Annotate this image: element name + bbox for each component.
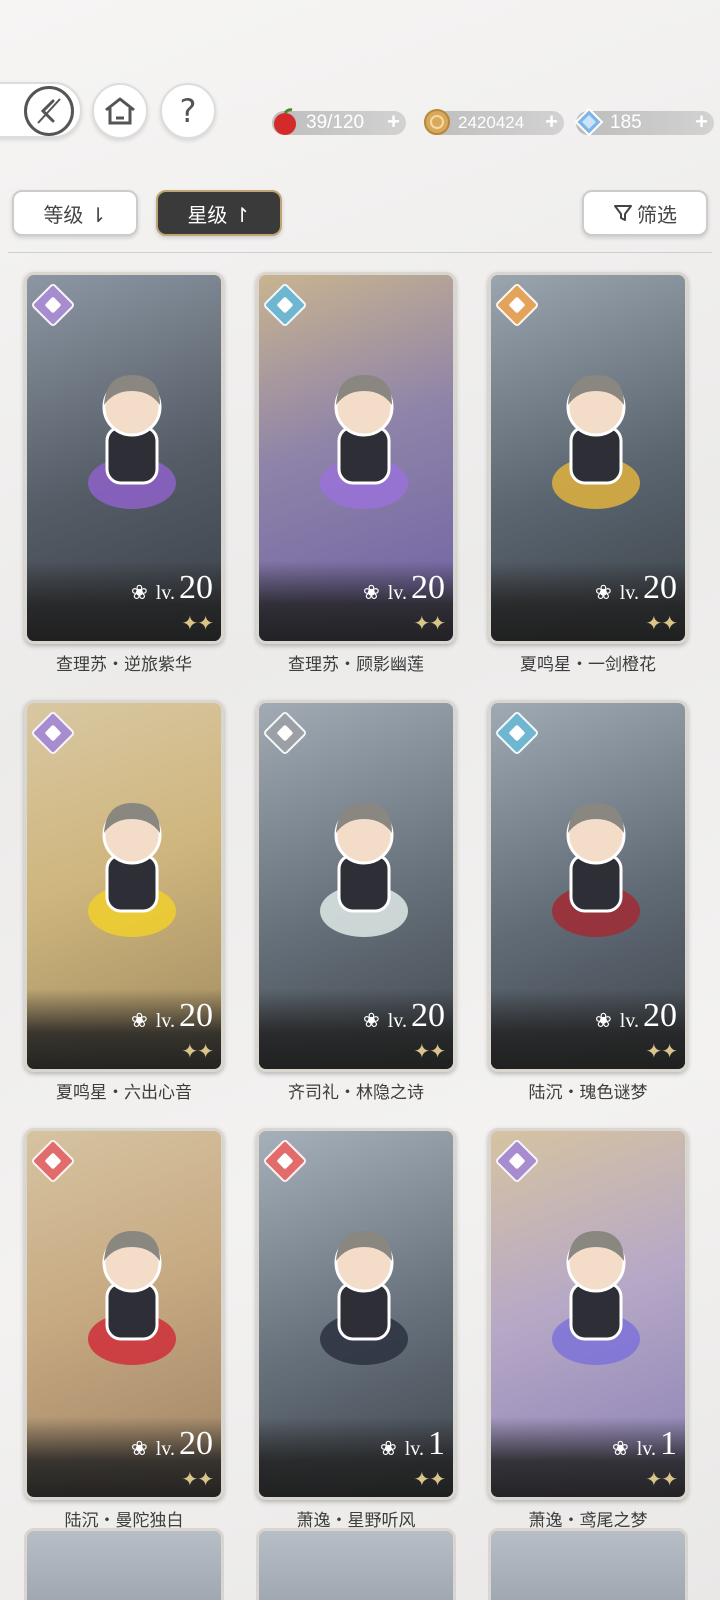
gem-counter[interactable]: 185 +: [574, 107, 714, 137]
character-chibi-illustration: [552, 803, 640, 937]
fleur-icon: ❀: [130, 1010, 148, 1032]
star-rating: ✦✦: [413, 1467, 446, 1491]
memory-card[interactable]: ❀ lv. 1 ✦✦: [256, 1128, 456, 1500]
level-prefix: lv.: [404, 1438, 424, 1460]
memory-card[interactable]: ❀ lv. 20 ✦✦: [24, 1128, 224, 1500]
fleur-icon: ❀: [130, 1438, 148, 1460]
sort-level-label: 等级 ⇂: [43, 202, 107, 227]
memory-card[interactable]: ❀ lv. 20 ✦✦: [488, 700, 688, 1072]
level-prefix: lv.: [387, 1010, 407, 1032]
fleur-icon: ❀: [594, 582, 612, 604]
card-level: ❀ lv. 20: [363, 999, 445, 1033]
level-value: 1: [660, 1425, 677, 1462]
home-button[interactable]: [92, 83, 148, 139]
star-rating: ✦✦: [645, 1039, 678, 1063]
card-name: 查理苏・逆旅紫华: [56, 655, 192, 675]
add-coin-button[interactable]: +: [545, 110, 558, 134]
add-stamina-button[interactable]: +: [387, 110, 400, 134]
sort-by-star-button[interactable]: 星级 ↾: [156, 190, 282, 236]
level-value: 20: [179, 1425, 213, 1462]
level-prefix: lv.: [387, 582, 407, 604]
level-prefix: lv.: [155, 582, 175, 604]
star-rating: ✦✦: [413, 1039, 446, 1063]
home-icon: [105, 97, 135, 125]
coin-counter[interactable]: 2420424 +: [424, 109, 564, 135]
card-name: 夏鸣星・一剑橙花: [520, 655, 656, 675]
stamina-value: 39/120: [306, 112, 365, 133]
level-value: 1: [428, 1425, 445, 1462]
fleur-icon: ❀: [611, 1438, 629, 1460]
memory-card[interactable]: ❀ lv. 20 ✦✦: [24, 700, 224, 1072]
level-prefix: lv.: [619, 582, 639, 604]
card-level: ❀ lv. 20: [131, 1427, 213, 1461]
level-prefix: lv.: [155, 1010, 175, 1032]
card-level: ❀ lv. 20: [595, 999, 677, 1033]
card-name: 夏鸣星・六出心音: [56, 1083, 192, 1103]
memory-card[interactable]: ❀ lv. 1 ✦✦: [488, 1128, 688, 1500]
diamond-icon: [574, 107, 604, 137]
star-rating: ✦✦: [181, 611, 214, 635]
sort-star-label: 星级 ↾: [187, 202, 251, 227]
star-rating: ✦✦: [413, 611, 446, 635]
fleur-icon: ❀: [379, 1438, 397, 1460]
stamina-counter[interactable]: 39/120 +: [272, 108, 406, 135]
help-icon: ?: [179, 92, 197, 130]
star-rating: ✦✦: [181, 1039, 214, 1063]
memory-card[interactable]: ❀ lv. 20 ✦✦: [24, 272, 224, 644]
memory-card[interactable]: ❀ lv. 20 ✦✦: [256, 700, 456, 1072]
filter-icon: [614, 205, 632, 221]
card-level: ❀ lv. 1: [612, 1427, 677, 1461]
level-value: 20: [411, 569, 445, 606]
card-peek[interactable]: [488, 1528, 688, 1600]
level-value: 20: [179, 569, 213, 606]
character-chibi-illustration: [88, 375, 176, 509]
character-chibi-illustration: [552, 375, 640, 509]
coin-icon: [424, 109, 450, 135]
card-level: ❀ lv. 20: [131, 999, 213, 1033]
divider: [8, 252, 712, 253]
sort-by-level-button[interactable]: 等级 ⇂: [12, 190, 138, 236]
level-value: 20: [411, 997, 445, 1034]
level-prefix: lv.: [619, 1010, 639, 1032]
filter-button[interactable]: 筛选: [582, 190, 708, 236]
add-gem-button[interactable]: +: [695, 110, 708, 134]
back-icon: [24, 86, 74, 136]
star-rating: ✦✦: [645, 1467, 678, 1491]
card-name: 齐司礼・林隐之诗: [288, 1083, 424, 1103]
character-chibi-illustration: [320, 803, 408, 937]
filter-label: 筛选: [637, 202, 677, 227]
character-chibi-illustration: [88, 803, 176, 937]
apple-icon: [274, 108, 296, 135]
back-button[interactable]: [0, 82, 82, 138]
gem-value: 185: [610, 112, 642, 133]
fleur-icon: ❀: [362, 582, 380, 604]
card-peek[interactable]: [256, 1528, 456, 1600]
fleur-icon: ❀: [594, 1010, 612, 1032]
card-peek[interactable]: [24, 1528, 224, 1600]
character-chibi-illustration: [88, 1231, 176, 1365]
star-rating: ✦✦: [645, 611, 678, 635]
level-value: 20: [643, 569, 677, 606]
coin-value: 2420424: [458, 113, 525, 132]
level-prefix: lv.: [155, 1438, 175, 1460]
card-level: ❀ lv. 1: [380, 1427, 445, 1461]
character-chibi-illustration: [320, 1231, 408, 1365]
fleur-icon: ❀: [362, 1010, 380, 1032]
card-level: ❀ lv. 20: [595, 571, 677, 605]
fleur-icon: ❀: [130, 582, 148, 604]
memory-card[interactable]: ❀ lv. 20 ✦✦: [488, 272, 688, 644]
card-level: ❀ lv. 20: [131, 571, 213, 605]
card-level: ❀ lv. 20: [363, 571, 445, 605]
card-name: 查理苏・顾影幽莲: [288, 655, 424, 675]
character-chibi-illustration: [552, 1231, 640, 1365]
star-rating: ✦✦: [181, 1467, 214, 1491]
level-prefix: lv.: [636, 1438, 656, 1460]
character-chibi-illustration: [320, 375, 408, 509]
level-value: 20: [643, 997, 677, 1034]
level-value: 20: [179, 997, 213, 1034]
memory-card[interactable]: ❀ lv. 20 ✦✦: [256, 272, 456, 644]
card-name: 陆沉・瑰色谜梦: [528, 1083, 648, 1103]
help-button[interactable]: ?: [160, 83, 216, 139]
